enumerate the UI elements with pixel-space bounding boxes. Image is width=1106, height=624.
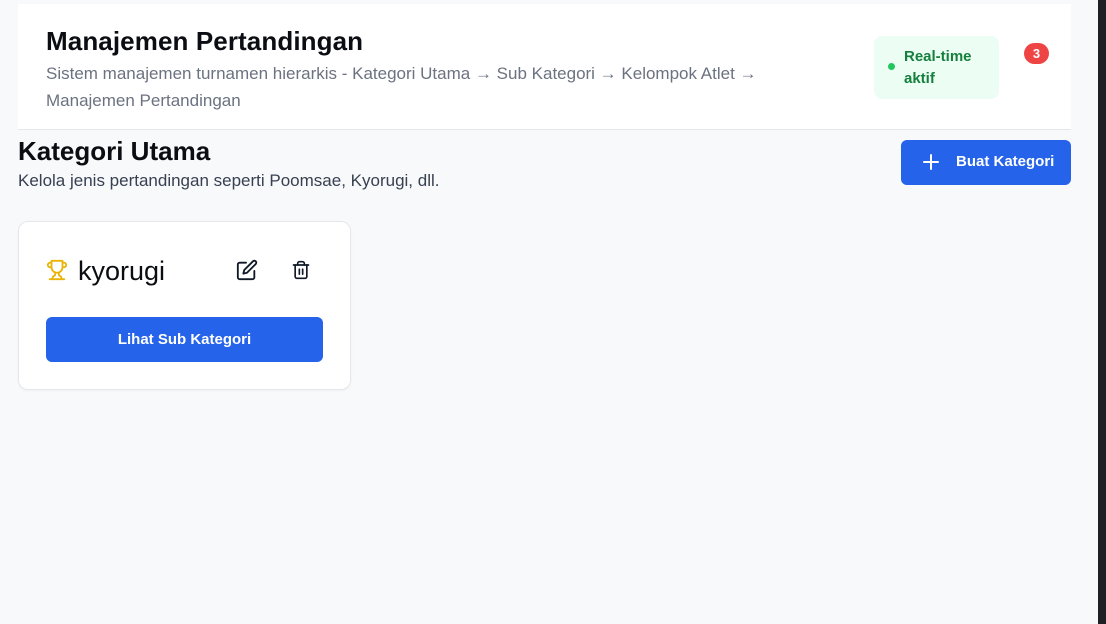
page-subtitle: Sistem manajemen turnamen hierarkis - Ka… xyxy=(46,64,757,110)
create-category-button[interactable]: Buat Kategori xyxy=(901,140,1071,185)
category-card: kyorugi Lihat Sub Kategori xyxy=(18,221,351,390)
trash-icon[interactable] xyxy=(291,259,311,281)
view-subcategory-button[interactable]: Lihat Sub Kategori xyxy=(46,317,323,362)
create-category-label: Buat Kategori xyxy=(956,153,1055,170)
edit-icon[interactable] xyxy=(236,259,258,281)
realtime-status-badge: Real-time aktif xyxy=(874,36,999,99)
page: Manajemen Pertandingan Sistem manajemen … xyxy=(0,0,1106,624)
page-header: Manajemen Pertandingan Sistem manajemen … xyxy=(18,4,1071,130)
status-dot-icon xyxy=(888,63,895,70)
plus-icon xyxy=(923,154,939,170)
section-title: Kategori Utama xyxy=(18,136,211,166)
section-subtitle: Kelola jenis pertandingan seperti Poomsa… xyxy=(18,171,440,190)
trophy-icon xyxy=(46,259,68,281)
notification-count-badge[interactable]: 3 xyxy=(1024,43,1049,64)
window-edge xyxy=(1098,0,1106,624)
page-title: Manajemen Pertandingan xyxy=(46,26,364,56)
realtime-status-label: Real-time aktif xyxy=(904,48,972,87)
category-name: kyorugi xyxy=(78,256,166,286)
